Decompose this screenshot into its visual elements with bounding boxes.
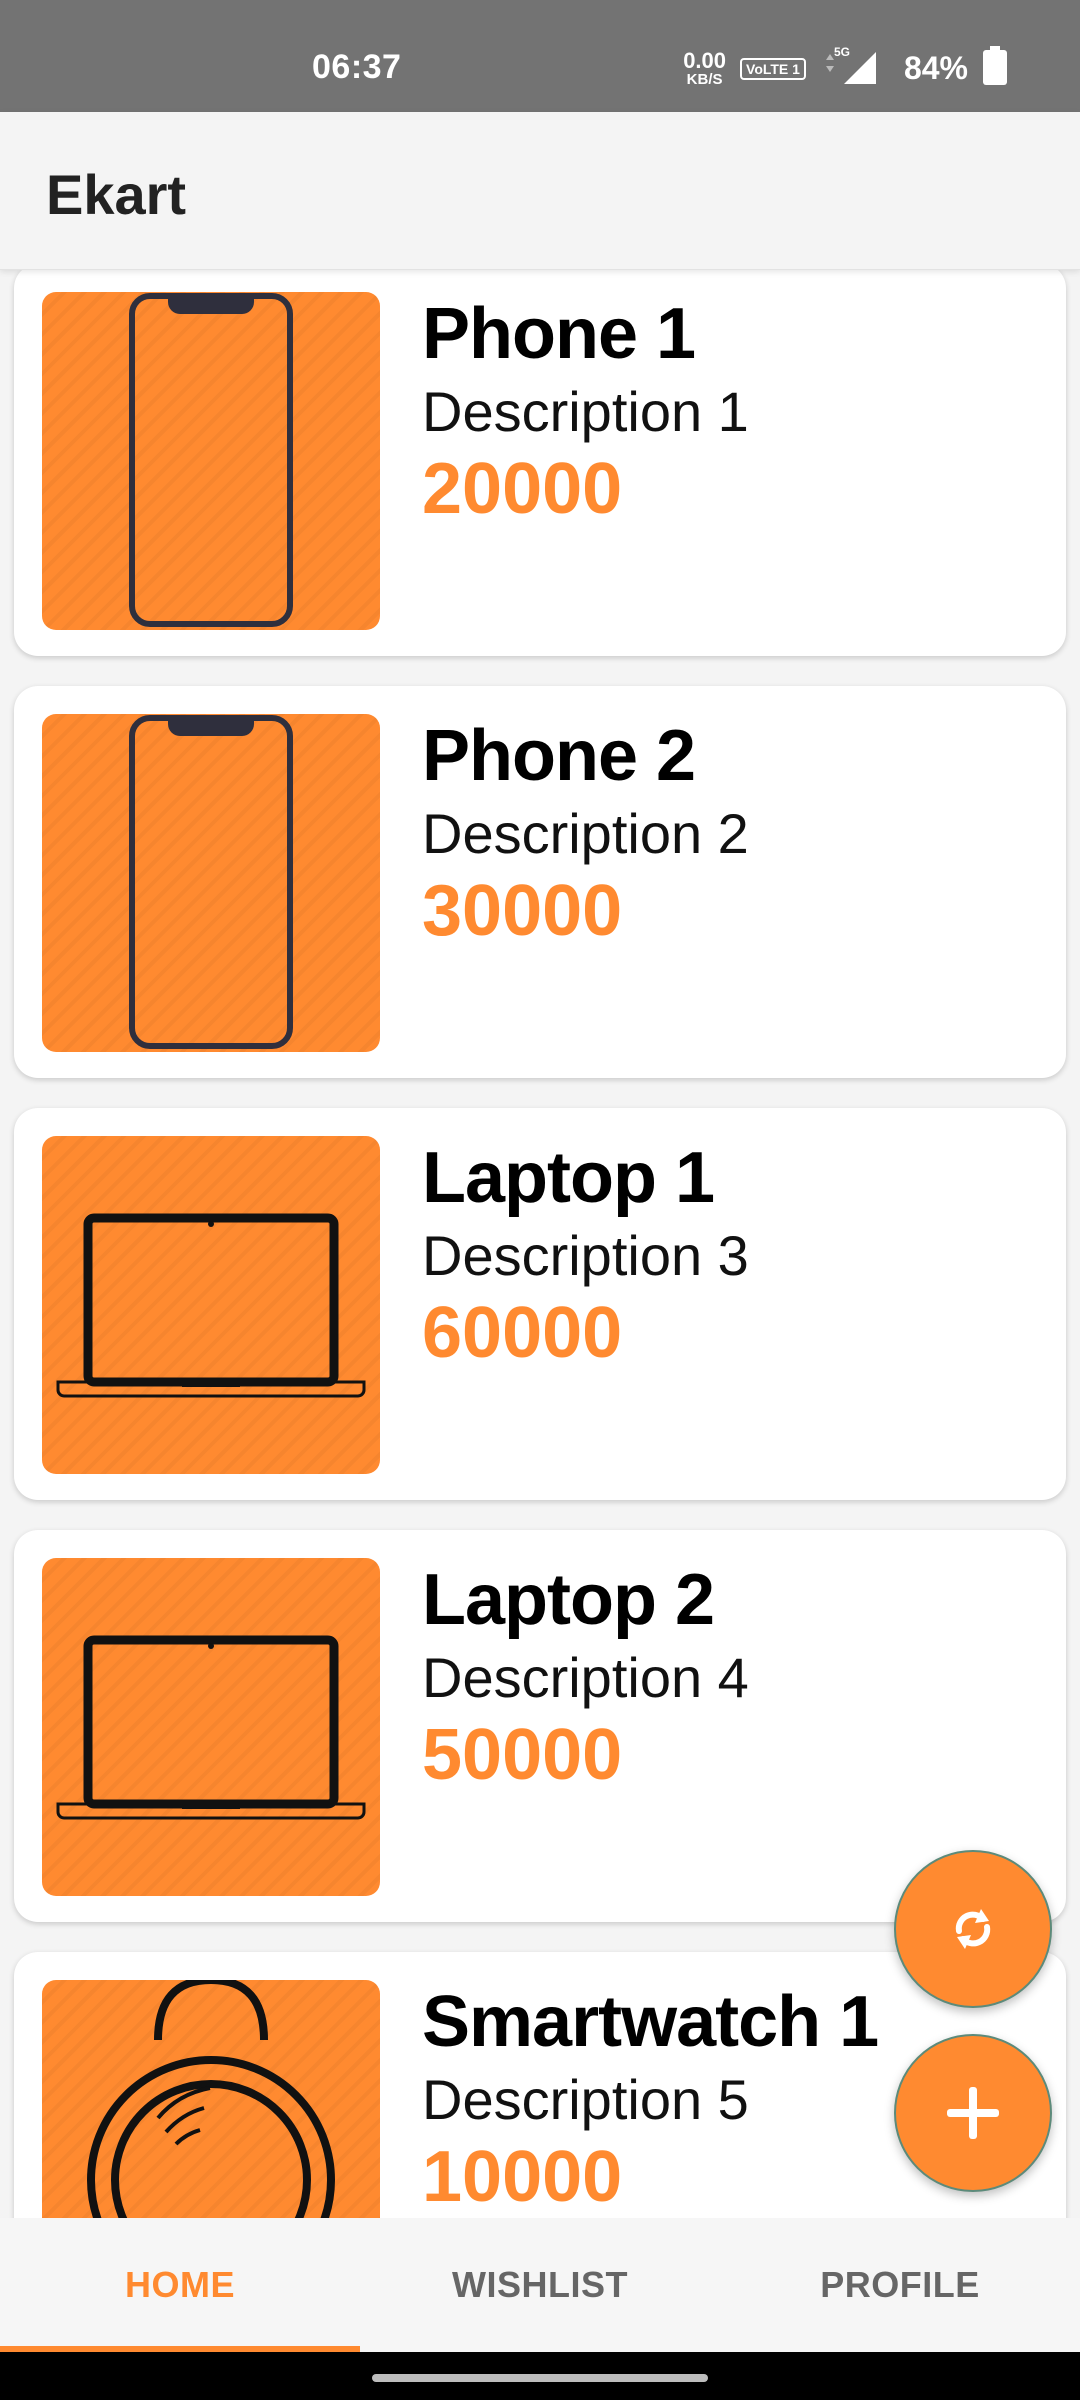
product-card[interactable]: Phone 2 Description 2 30000 — [14, 686, 1066, 1078]
product-description: Description 2 — [422, 802, 749, 865]
refresh-button[interactable] — [894, 1850, 1052, 2008]
product-name: Smartwatch 1 — [422, 1982, 879, 2062]
product-price: 20000 — [422, 449, 623, 529]
network-speed-unit: KB/S — [686, 71, 723, 88]
product-image — [42, 714, 380, 1052]
product-name: Laptop 1 — [422, 1138, 715, 1218]
battery-percent: 84% — [903, 50, 968, 86]
network-speed: 0.00 KB/S — [683, 48, 727, 88]
bottom-navigation: HOME WISHLIST PROFILE — [0, 2218, 1080, 2352]
product-description: Description 3 — [422, 1224, 749, 1287]
gesture-handle[interactable] — [372, 2374, 708, 2382]
product-image — [42, 1558, 380, 1896]
product-card[interactable]: Phone 1 Description 1 20000 — [14, 270, 1066, 656]
product-name: Phone 1 — [422, 294, 696, 374]
add-product-button[interactable] — [894, 2034, 1052, 2192]
product-description: Description 4 — [422, 1646, 749, 1709]
product-image — [42, 292, 380, 630]
status-bar: 06:37 0.00 KB/S VoLTE 1 5G 84% — [0, 0, 1080, 112]
phone-icon — [129, 715, 293, 1049]
system-navigation-bar — [0, 2352, 1080, 2400]
product-card[interactable]: Laptop 1 Description 3 60000 — [14, 1108, 1066, 1500]
network-type-label: 5G — [834, 46, 850, 59]
status-icons: 0.00 KB/S VoLTE 1 5G 84% — [683, 45, 1008, 91]
product-price: 50000 — [422, 1715, 623, 1795]
product-price: 10000 — [422, 2137, 623, 2217]
tab-profile[interactable]: PROFILE — [720, 2218, 1080, 2352]
product-card[interactable]: Laptop 2 Description 4 50000 — [14, 1530, 1066, 1922]
refresh-icon — [955, 1909, 991, 1949]
laptop-icon — [56, 1635, 366, 1820]
app-bar: Ekart — [0, 112, 1080, 270]
product-image — [42, 1980, 380, 2218]
signal-icon: 5G — [820, 45, 880, 91]
product-name: Phone 2 — [422, 716, 696, 796]
product-name: Laptop 2 — [422, 1560, 715, 1640]
tab-wishlist[interactable]: WISHLIST — [360, 2218, 720, 2352]
product-image — [42, 1136, 380, 1474]
phone-icon — [129, 293, 293, 627]
tab-home[interactable]: HOME — [0, 2218, 360, 2352]
smartwatch-icon — [87, 1980, 335, 2218]
network-speed-value: 0.00 — [683, 48, 727, 73]
volte-icon: VoLTE 1 — [740, 57, 806, 80]
battery-icon — [982, 46, 1008, 91]
product-description: Description 1 — [422, 380, 749, 443]
product-description: Description 5 — [422, 2068, 749, 2131]
laptop-icon — [56, 1213, 366, 1398]
product-price: 30000 — [422, 871, 623, 951]
status-time: 06:37 — [312, 48, 402, 86]
product-price: 60000 — [422, 1293, 623, 1373]
app-title: Ekart — [46, 163, 187, 226]
plus-icon — [947, 2087, 999, 2139]
